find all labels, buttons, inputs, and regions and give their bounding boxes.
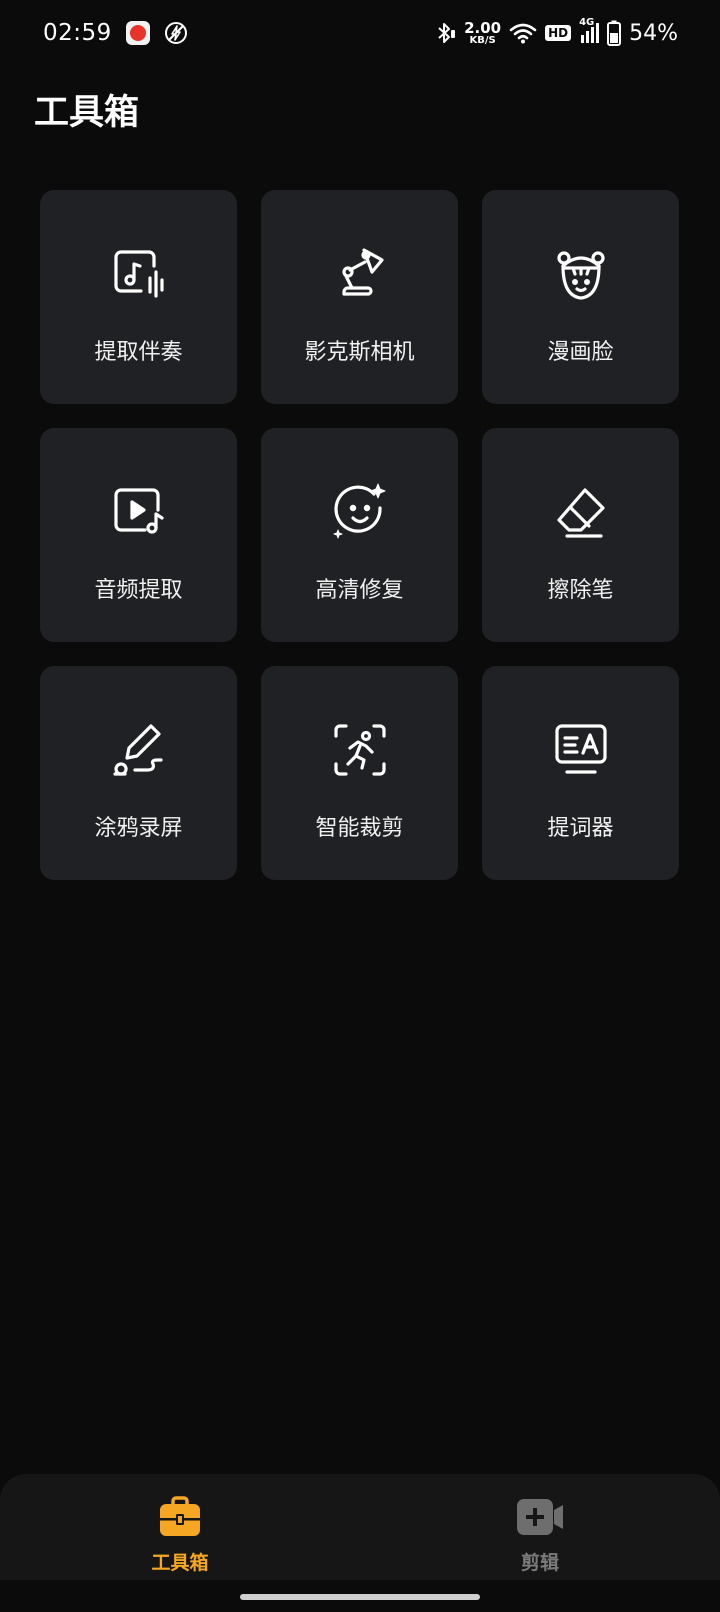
app-notification-icon — [125, 21, 150, 45]
page-title: 工具箱 — [34, 93, 140, 133]
tool-label: 影克斯相机 — [304, 340, 415, 365]
tool-doodle-record[interactable]: 涂鸦录屏 — [40, 666, 237, 880]
bottom-navigation: 工具箱 剪辑 — [0, 1474, 720, 1580]
desk-lamp-icon — [341, 248, 384, 296]
nav-label-toolbox: 工具箱 — [151, 1552, 209, 1574]
tool-hd-restore[interactable]: 高清修复 — [261, 428, 458, 642]
teleprompter-icon — [554, 724, 607, 774]
status-left: 02:59 — [43, 20, 188, 46]
network-speed: 2.00 KB/S — [464, 18, 502, 46]
video-audio-icon — [113, 488, 164, 534]
tool-label: 提取伴奏 — [94, 340, 183, 365]
sparkle-face-icon — [333, 483, 385, 539]
tools-grid: 提取伴奏 影克斯相机 漫画脸 音频提取 高清修复 擦除笔 涂鸦录屏 智能裁剪 提… — [40, 190, 680, 880]
music-extract-icon — [113, 250, 164, 298]
video-add-icon — [517, 1499, 563, 1535]
smart-crop-icon — [333, 724, 386, 776]
status-bar: 02:59 2.00 KB/S HD 4G 54% — [0, 0, 720, 66]
nav-tab-edit[interactable]: 剪辑 — [360, 1474, 720, 1580]
wifi-icon — [509, 23, 537, 44]
no-sync-icon — [164, 22, 187, 44]
tool-lamp-camera[interactable]: 影克斯相机 — [261, 190, 458, 404]
tool-label: 音频提取 — [94, 578, 183, 603]
tool-smart-crop[interactable]: 智能裁剪 — [261, 666, 458, 880]
tool-audio-extract[interactable]: 音频提取 — [40, 428, 237, 642]
tool-extract-accompaniment[interactable]: 提取伴奏 — [40, 190, 237, 404]
signal-indicator: 4G — [579, 17, 600, 43]
tool-label: 擦除笔 — [547, 578, 614, 603]
tool-label: 涂鸦录屏 — [94, 816, 183, 841]
network-speed-value: 2.00 — [464, 18, 502, 37]
status-time: 02:59 — [43, 20, 112, 46]
tool-teleprompter[interactable]: 提词器 — [482, 666, 679, 880]
battery-percent: 54% — [629, 20, 678, 46]
nav-label-edit: 剪辑 — [520, 1552, 559, 1574]
bluetooth-icon — [438, 23, 456, 43]
tool-cartoon-face[interactable]: 漫画脸 — [482, 190, 679, 404]
toolbox-icon — [160, 1496, 200, 1536]
hd-badge: HD — [545, 25, 572, 41]
network-speed-unit: KB/S — [469, 34, 496, 46]
nav-tab-toolbox[interactable]: 工具箱 — [0, 1474, 360, 1580]
doodle-pen-icon — [112, 724, 163, 776]
cartoon-face-icon — [556, 251, 605, 300]
eraser-icon — [556, 488, 605, 538]
tool-eraser-pen[interactable]: 擦除笔 — [482, 428, 679, 642]
tool-label: 智能裁剪 — [315, 816, 404, 841]
status-right: 2.00 KB/S HD 4G 54% — [434, 17, 678, 46]
tool-label: 漫画脸 — [547, 340, 614, 365]
tool-label: 提词器 — [547, 816, 614, 841]
tool-label: 高清修复 — [315, 578, 404, 603]
gesture-navigation-bar[interactable] — [240, 1594, 480, 1600]
network-type: 4G — [579, 17, 595, 28]
battery-icon — [607, 20, 622, 46]
